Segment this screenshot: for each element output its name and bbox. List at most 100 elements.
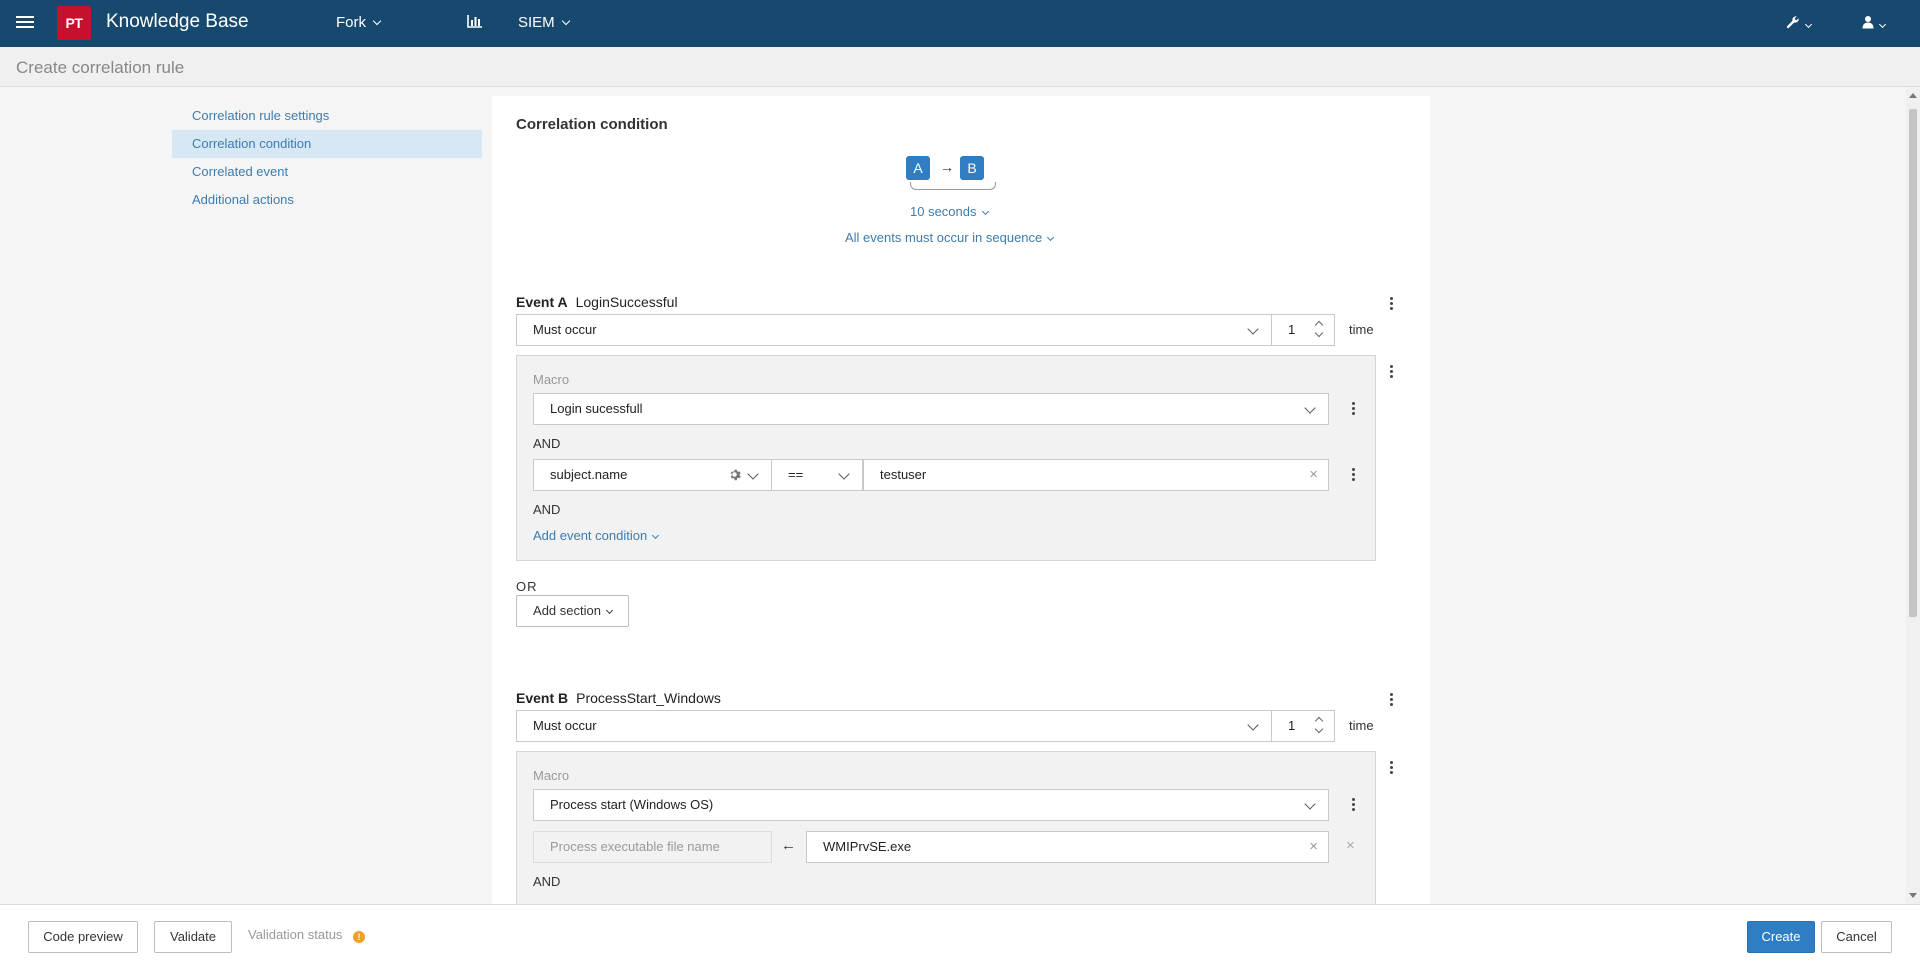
remove-condition-icon[interactable]: × <box>1346 837 1355 854</box>
event-b-header: Event B ProcessStart_Windows <box>516 690 721 706</box>
warning-icon[interactable]: ! <box>353 931 365 943</box>
event-b-name[interactable]: ProcessStart_Windows <box>576 690 721 706</box>
event-a-occurrence-select[interactable]: Must occur <box>516 314 1272 346</box>
event-b-more-icon[interactable] <box>1386 693 1396 707</box>
cancel-button[interactable]: Cancel <box>1821 921 1892 953</box>
event-a-prefix: Event A <box>516 294 568 310</box>
nav-item-correlation-condition[interactable]: Correlation condition <box>172 130 482 158</box>
and-label: AND <box>533 502 561 517</box>
decrement-icon[interactable] <box>1314 328 1324 338</box>
sequence-arrow-icon: → <box>940 159 954 175</box>
chevron-down-icon <box>372 16 382 26</box>
tools-menu[interactable] <box>1786 15 1813 33</box>
section-nav: Correlation rule settings Correlation co… <box>172 102 482 214</box>
macro-label: Macro <box>533 372 570 387</box>
footer-toolbar: Code preview Validate Validation status … <box>0 904 1920 968</box>
main-content: Correlation rule settings Correlation co… <box>0 87 1906 904</box>
field-value: subject.name <box>550 467 628 482</box>
scroll-up-icon[interactable] <box>1909 93 1917 98</box>
add-event-condition-label: Add event condition <box>533 528 648 543</box>
process-file-name-label: Process executable file name <box>550 839 720 854</box>
clear-icon[interactable]: × <box>1309 460 1318 490</box>
create-button[interactable]: Create <box>1747 921 1815 953</box>
chevron-down-icon <box>981 207 989 216</box>
event-b-macro-select[interactable]: Process start (Windows OS) <box>533 789 1329 821</box>
chevron-down-icon <box>1878 20 1887 29</box>
event-a-count-stepper[interactable]: 1 <box>1271 314 1335 346</box>
event-b-badge[interactable]: B <box>960 156 984 180</box>
validation-status-label: Validation status <box>248 927 343 942</box>
top-bar: PT Knowledge Base Fork SIEM <box>0 0 1920 47</box>
user-icon <box>1862 16 1874 29</box>
event-b-prefix: Event B <box>516 690 569 706</box>
macro-label: Macro <box>533 768 570 783</box>
macro-more-icon[interactable] <box>1348 798 1358 812</box>
chevron-down-icon <box>652 531 660 540</box>
decrement-icon[interactable] <box>1314 724 1324 734</box>
scroll-down-icon[interactable] <box>1909 893 1917 898</box>
condition-value-text: testuser <box>880 467 927 482</box>
operator-select[interactable]: == <box>771 459 863 491</box>
sequence-diagram: A → B <box>906 156 996 196</box>
and-label: AND <box>533 874 561 889</box>
event-b-occurrence-value: Must occur <box>533 718 597 733</box>
field-select[interactable]: subject.name <box>533 459 772 491</box>
siem-menu-label: SIEM <box>518 14 555 31</box>
scrollbar-thumb[interactable] <box>1909 109 1917 617</box>
time-window-dropdown[interactable]: 10 seconds <box>910 204 989 219</box>
menu-icon[interactable] <box>16 14 34 32</box>
assign-arrow-icon: ← <box>781 837 796 854</box>
nav-item-correlated-event[interactable]: Correlated event <box>172 158 482 186</box>
event-a-condition-group: Macro Login sucessfull AND subject.name … <box>516 355 1376 561</box>
event-a-header: Event A LoginSuccessful <box>516 294 678 310</box>
fork-menu[interactable]: Fork <box>336 14 382 31</box>
event-b-occurrence-select[interactable]: Must occur <box>516 710 1272 742</box>
sequence-mode-value: All events must occur in sequence <box>845 230 1043 245</box>
process-value-input[interactable]: WMIPrvSE.exe × <box>806 831 1329 863</box>
pt-logo[interactable]: PT <box>57 6 91 40</box>
sequence-mode-dropdown[interactable]: All events must occur in sequence <box>845 230 1055 245</box>
event-a-occurrence-value: Must occur <box>533 322 597 337</box>
condition-more-icon[interactable] <box>1348 468 1358 482</box>
code-preview-button[interactable]: Code preview <box>28 921 138 953</box>
gear-icon[interactable] <box>728 468 741 481</box>
event-a-macro-value: Login sucessfull <box>550 401 643 416</box>
vertical-scrollbar[interactable] <box>1906 87 1920 904</box>
fork-menu-label: Fork <box>336 14 366 31</box>
chart-icon[interactable] <box>467 14 483 32</box>
event-b-count-unit: time <box>1349 718 1374 733</box>
add-event-condition-dropdown[interactable]: Add event condition <box>533 528 660 543</box>
add-section-button[interactable]: Add section <box>516 595 629 627</box>
chevron-down-icon <box>1047 233 1055 242</box>
group-more-icon[interactable] <box>1386 365 1396 379</box>
event-a-name[interactable]: LoginSuccessful <box>576 294 678 310</box>
nav-item-rule-settings[interactable]: Correlation rule settings <box>172 102 482 130</box>
siem-menu[interactable]: SIEM <box>518 14 570 31</box>
group-more-icon[interactable] <box>1386 761 1396 775</box>
chevron-down-icon <box>1804 20 1813 29</box>
nav-item-additional-actions[interactable]: Additional actions <box>172 186 482 214</box>
chevron-down-icon <box>1304 798 1316 810</box>
chevron-down-icon <box>838 468 850 480</box>
condition-value-input[interactable]: testuser × <box>863 459 1329 491</box>
macro-more-icon[interactable] <box>1348 402 1358 416</box>
event-a-more-icon[interactable] <box>1386 297 1396 311</box>
sequence-brace <box>910 182 996 190</box>
event-a-macro-select[interactable]: Login sucessfull <box>533 393 1329 425</box>
event-b-count-stepper[interactable]: 1 <box>1271 710 1335 742</box>
correlation-condition-panel: Correlation condition A → B 10 seconds A… <box>492 96 1430 904</box>
clear-icon[interactable]: × <box>1309 832 1318 862</box>
page-title: Create correlation rule <box>16 58 185 77</box>
chevron-down-icon <box>605 606 614 615</box>
validate-button[interactable]: Validate <box>154 921 232 953</box>
wrench-icon <box>1786 16 1799 29</box>
event-b-condition-group: Macro Process start (Windows OS) Process… <box>516 751 1376 904</box>
section-title: Correlation condition <box>516 116 668 133</box>
operator-value: == <box>788 467 804 482</box>
page-header: Create correlation rule <box>0 47 1920 87</box>
chevron-down-icon <box>1247 719 1259 731</box>
and-label: AND <box>533 436 561 451</box>
user-menu[interactable] <box>1862 15 1887 33</box>
event-a-badge[interactable]: A <box>906 156 930 180</box>
app-title: Knowledge Base <box>106 11 249 32</box>
